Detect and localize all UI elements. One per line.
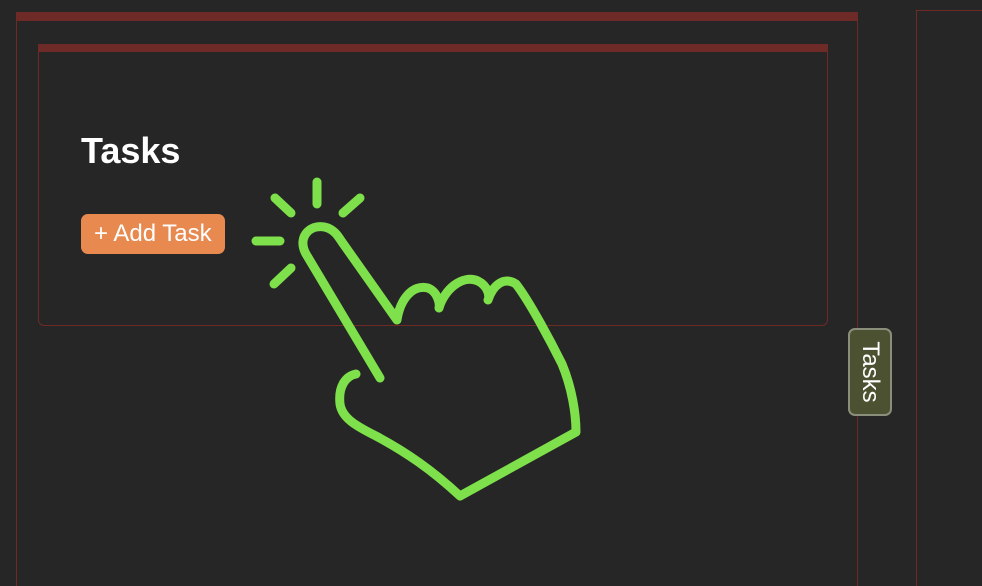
tasks-title: Tasks xyxy=(81,130,181,171)
app-root: Tasks + Add Task Tasks xyxy=(0,0,982,586)
tasks-card-header-bar xyxy=(39,45,827,52)
tasks-card: Tasks + Add Task xyxy=(38,44,828,326)
right-panel xyxy=(916,10,982,586)
tasks-side-tab-label: Tasks xyxy=(857,341,884,403)
tasks-side-tab[interactable]: Tasks xyxy=(848,328,892,416)
main-panel-header-bar xyxy=(17,13,857,21)
add-task-button[interactable]: + Add Task xyxy=(81,214,225,254)
